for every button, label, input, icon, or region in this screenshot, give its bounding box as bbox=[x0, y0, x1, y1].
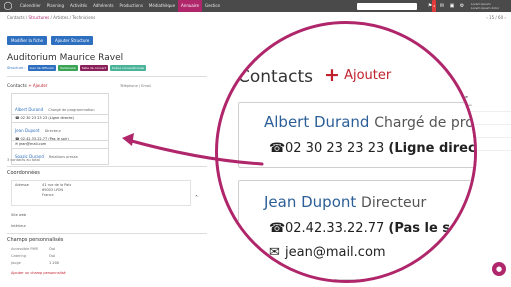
nav-item[interactable]: Médiathèque bbox=[146, 0, 178, 12]
custom-field-row: Catering Oui bbox=[11, 254, 55, 258]
address-label: Adresse bbox=[15, 183, 29, 187]
nav-item[interactable]: Productions bbox=[117, 0, 146, 12]
breadcrumb: Contacts / Structures / Artistes / Techn… bbox=[7, 15, 506, 20]
calendar-icon[interactable]: ▣ bbox=[447, 0, 457, 12]
contact-role: Chargé de programmation bbox=[48, 108, 95, 112]
zoom-contact-email[interactable]: ✉ jean@mail.com bbox=[269, 245, 386, 260]
nav-item[interactable]: Planning bbox=[44, 0, 67, 12]
notification-badge: 2 bbox=[432, 0, 437, 12]
search-input[interactable] bbox=[357, 2, 417, 10]
nav-item[interactable]: Activités bbox=[67, 0, 90, 12]
tag-badge[interactable]: Partenaire bbox=[58, 65, 78, 71]
zoom-contact-role: Directeur bbox=[361, 195, 427, 211]
zoom-contact-card[interactable]: Albert Durand Chargé de programmation ☎0… bbox=[238, 102, 474, 168]
structure-tags: Structure : Lieu de diffusion Partenaire… bbox=[7, 65, 147, 71]
address-box: Adresse 41 rue de la Paix 69003 LYON Fra… bbox=[11, 180, 191, 206]
nav-item[interactable]: Adhérents bbox=[90, 0, 116, 12]
divider bbox=[7, 76, 207, 77]
chat-icon[interactable]: ✉ bbox=[437, 0, 447, 12]
user-menu[interactable]: Lorem Ipsum Lorem ipsum dolor bbox=[471, 2, 505, 10]
contact-name[interactable]: Albert Durand bbox=[15, 107, 43, 112]
zoom-contact-phone[interactable]: ☎02 30 23 23 23 (Ligne directe) bbox=[269, 141, 474, 156]
custom-field-row: Accessible PMR Oui bbox=[11, 247, 55, 251]
nav-item[interactable]: Calendrier bbox=[17, 0, 44, 12]
custom-fields-title: Champs personnalisés bbox=[7, 237, 64, 243]
chevron-up-icon[interactable]: ˄ bbox=[195, 195, 198, 202]
zoom-contact-name: Albert Durand Chargé de programmation bbox=[264, 113, 474, 131]
action-buttons: Modifier la fiche Ajouter Structure bbox=[7, 36, 94, 45]
add-structure-button[interactable]: Ajouter Structure bbox=[51, 36, 94, 45]
record-pager[interactable]: ‹ 15 / 60 › bbox=[486, 15, 506, 20]
add-contact-link[interactable]: + Ajouter bbox=[28, 83, 47, 88]
page-title: Auditorium Maurice Ravel bbox=[7, 53, 124, 63]
zoom-contact-card[interactable]: Jean Dupont Directeur ☎02.42.33.22.77 (P… bbox=[238, 180, 474, 280]
website-label: Site web bbox=[11, 213, 27, 217]
breadcrumb-root[interactable]: Contacts bbox=[7, 15, 25, 20]
address-line: 41 rue de la Paix bbox=[42, 183, 72, 187]
custom-field-row: Jauge 1 200 bbox=[11, 261, 60, 265]
zoom-magnifier: Contacts + Ajouter Albert Durand Chargé … bbox=[215, 21, 477, 283]
phone-icon: ☎ bbox=[269, 221, 286, 236]
contacts-section-title: Contacts + Ajouter bbox=[7, 83, 47, 89]
plus-icon: + bbox=[324, 64, 340, 86]
contact-role: Directeur bbox=[44, 129, 61, 133]
contact-role: Relations presse bbox=[49, 155, 78, 159]
divider bbox=[7, 166, 207, 167]
tag-badge[interactable]: Lieu de diffusion bbox=[27, 65, 57, 71]
address-line: France bbox=[42, 193, 54, 197]
coordinates-title: Coordonnées bbox=[7, 170, 40, 176]
gear-icon[interactable]: ⚙ bbox=[457, 0, 467, 12]
tag-badge[interactable]: Scène conventionnée bbox=[109, 65, 147, 71]
main-nav: Calendrier Planning Activités Adhérents Prod… bbox=[17, 0, 223, 12]
top-navbar: ◯ Calendrier Planning Activités Adhérents Pr… bbox=[0, 0, 511, 12]
contacts-label: Contacts bbox=[7, 84, 27, 89]
chat-bubble-icon[interactable]: ● bbox=[492, 262, 506, 276]
zoom-contact-role: Chargé de programmation bbox=[374, 115, 474, 131]
zoom-contact-phone[interactable]: ☎02.42.33.22.77 (Pas le soir) bbox=[269, 221, 474, 236]
tag-badge[interactable]: Salle de concert bbox=[79, 65, 108, 71]
address-line: 69003 LYON bbox=[42, 188, 64, 192]
zoom-add-label: Ajouter bbox=[344, 68, 392, 83]
add-custom-field-link[interactable]: Ajouter un champ personnalisé bbox=[11, 271, 66, 275]
contacts-mid-note: Téléphone / Email bbox=[120, 84, 151, 88]
phone-icon: ☎ bbox=[269, 141, 286, 156]
zoom-add-contact-link[interactable]: + Ajouter bbox=[324, 64, 392, 86]
edit-record-button[interactable]: Modifier la fiche bbox=[7, 36, 47, 45]
app-logo-icon[interactable]: ◯ bbox=[3, 1, 13, 11]
user-subtitle: Lorem ipsum dolor bbox=[471, 6, 500, 10]
email-icon: ✉ bbox=[269, 245, 280, 260]
zoom-contact-name: Jean Dupont Directeur bbox=[264, 193, 427, 211]
nav-item[interactable]: Gestion bbox=[202, 0, 223, 12]
notification-icon[interactable]: ⚑2 bbox=[427, 0, 437, 12]
divider bbox=[7, 233, 207, 234]
interior-label: Intérieur bbox=[11, 224, 26, 228]
zoom-contacts-title: Contacts bbox=[238, 67, 313, 87]
structure-type-label: Structure : bbox=[7, 66, 26, 70]
breadcrumb-current[interactable]: Structures bbox=[29, 15, 50, 20]
breadcrumb-rest[interactable]: / Artistes / Techniciens bbox=[49, 15, 96, 20]
structure-detail-panel: Modifier la fiche Ajouter Structure Audi… bbox=[0, 26, 210, 287]
contact-name[interactable]: Jean Dupont bbox=[15, 128, 40, 133]
contacts-count: 3 contacts au total bbox=[7, 158, 40, 162]
topbar-right: ⚑2 ✉ ▣ ⚙ Lorem Ipsum Lorem ipsum dolor bbox=[357, 0, 511, 12]
nav-item[interactable]: Annuaire bbox=[178, 0, 202, 12]
